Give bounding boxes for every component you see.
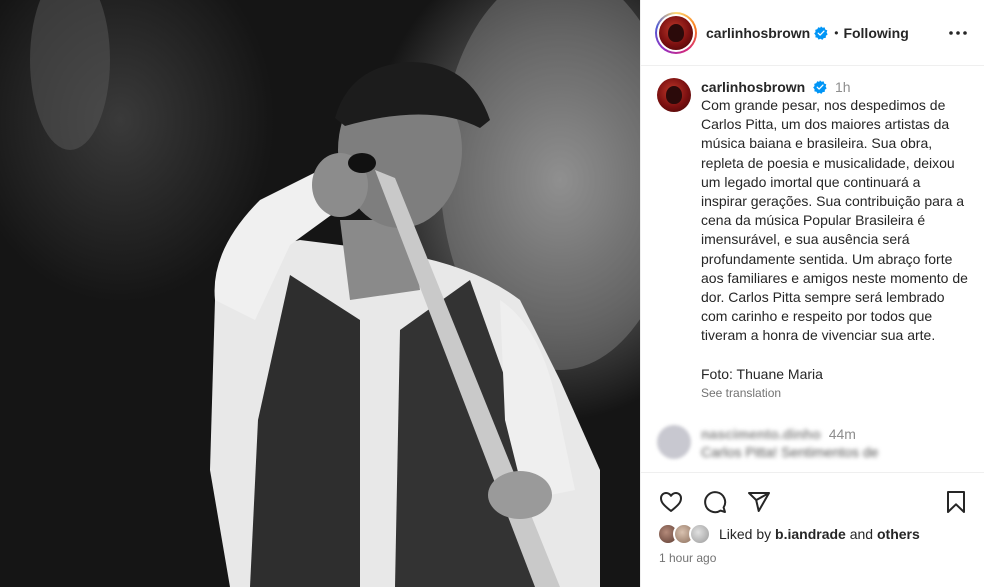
comment-item: nascimento.dinho 44m Carlos Pitta! Senti… — [657, 424, 970, 461]
header-separator: • — [834, 25, 839, 40]
comment-timestamp: 44m — [828, 425, 856, 442]
more-horizontal-icon — [949, 30, 967, 35]
caption-timestamp: 1h — [835, 79, 851, 95]
caption-author-avatar[interactable] — [657, 78, 691, 112]
post-side-panel: carlinhosbrown • Following carlinhosbrow… — [640, 0, 984, 587]
verified-badge-icon — [813, 80, 827, 94]
comment-text: Carlos Pitta! Sentimentos de — [701, 443, 879, 460]
bookmark-icon — [947, 491, 965, 513]
share-button[interactable] — [745, 488, 773, 516]
following-button[interactable]: Following — [843, 25, 908, 41]
photo-credit: Foto: Thuane Maria — [701, 365, 823, 382]
comment-button[interactable] — [701, 488, 729, 516]
share-icon — [748, 492, 770, 512]
action-bar — [641, 473, 984, 517]
more-options-button[interactable] — [946, 21, 970, 45]
author-username[interactable]: carlinhosbrown — [706, 25, 810, 41]
verified-badge-icon — [814, 25, 828, 40]
singer-photo-illustration — [30, 0, 640, 587]
likes-prefix: Liked by — [719, 526, 772, 542]
author-avatar-story-ring[interactable] — [655, 11, 697, 54]
liker-avatars[interactable] — [657, 523, 711, 545]
post-timestamp[interactable]: 1 hour ago — [641, 545, 984, 565]
liked-by-others-link[interactable]: others — [877, 526, 920, 542]
liked-by-user-link[interactable]: b.iandrade — [775, 526, 846, 542]
caption-author-username[interactable]: carlinhosbrown — [701, 79, 805, 95]
comments-scroll-area[interactable]: carlinhosbrown 1h Com grande pesar, nos … — [641, 66, 984, 472]
liker-avatar — [689, 523, 711, 545]
post-caption: carlinhosbrown 1h Com grande pesar, nos … — [657, 78, 970, 400]
commenter-username[interactable]: nascimento.dinho — [701, 426, 821, 442]
post-photo[interactable] — [0, 0, 640, 587]
likes-conjunction: and — [849, 526, 874, 542]
heart-icon — [660, 492, 682, 512]
comment-icon — [704, 491, 727, 514]
like-button[interactable] — [657, 488, 685, 516]
post-header: carlinhosbrown • Following — [641, 0, 984, 66]
post-actions-area: Liked by b.iandrade and others 1 hour ag… — [641, 472, 984, 587]
see-translation-link[interactable]: See translation — [701, 386, 970, 400]
save-button[interactable] — [942, 488, 970, 516]
likes-summary: Liked by b.iandrade and others — [641, 517, 984, 545]
commenter-avatar[interactable] — [657, 424, 691, 459]
author-avatar — [659, 15, 693, 50]
caption-text: Com grande pesar, nos despedimos de Carl… — [701, 97, 968, 344]
